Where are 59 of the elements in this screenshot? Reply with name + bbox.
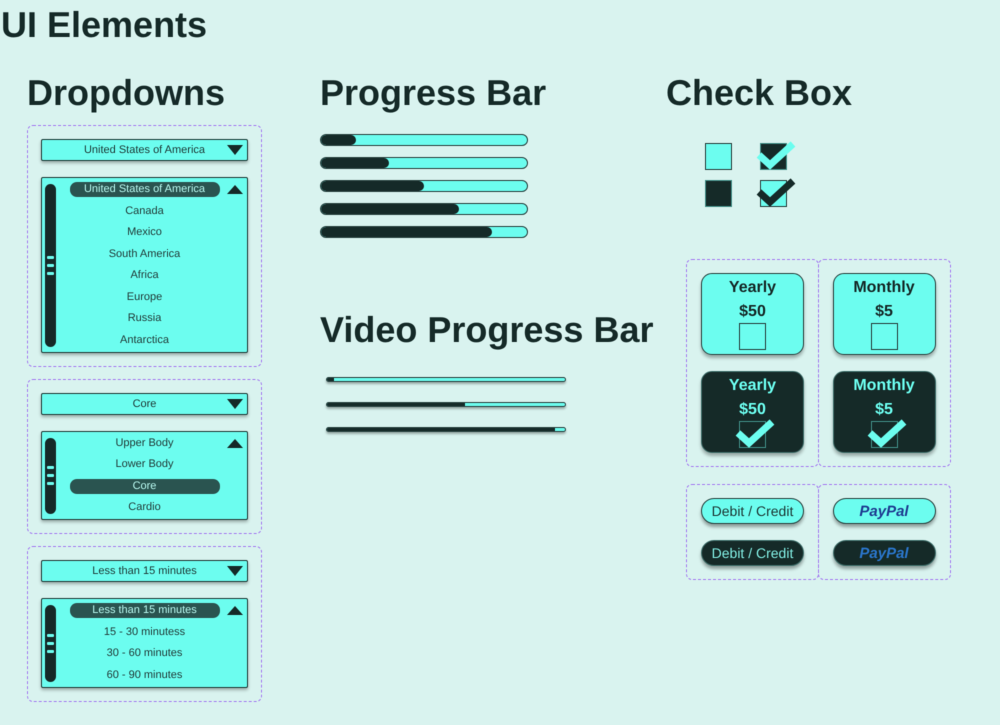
dropdown-option[interactable]: Antarctica [70,332,220,348]
plan-card[interactable]: Monthly $5 [832,371,936,453]
section-heading: Check Box [666,73,852,113]
caret-down-icon [227,566,243,576]
checkbox[interactable] [734,417,776,449]
dropdown-option[interactable]: Russia [70,311,220,326]
checkbox[interactable] [866,417,908,449]
checkbox[interactable] [705,143,732,170]
plan-price: $5 [875,302,893,322]
dropdown-option[interactable]: 30 - 60 minutes [70,646,220,661]
plan-title: Monthly [853,376,915,396]
payment-button[interactable]: Debit / Credit [701,540,804,566]
dropdown-option[interactable]: Core [70,478,220,494]
plan-title: Yearly [728,376,776,396]
caret-up-icon[interactable] [227,185,243,194]
checkbox[interactable] [755,139,797,171]
checkbox[interactable] [739,323,766,350]
dropdown[interactable]: Less than 15 minutes [41,560,248,582]
plan-card[interactable]: Yearly $50 [701,371,804,453]
scrollbar[interactable] [45,438,56,514]
plan-price: $50 [739,400,766,420]
video-progress-track[interactable] [326,427,566,432]
caret-up-icon[interactable] [227,606,243,615]
dropdown-option[interactable]: 15 - 30 minutess [70,624,220,640]
dropdown-option[interactable]: Cardio [70,500,220,515]
section-heading: Progress Bar [320,73,546,113]
dropdown-option[interactable]: 60 - 90 minutes [70,668,220,682]
dropdown-option[interactable]: United States of America [70,182,220,197]
scrollbar[interactable] [45,605,56,682]
plan-title: Yearly [728,278,776,298]
caret-down-icon [227,398,243,408]
page-title: UI Elements [0,3,208,45]
checkbox[interactable] [705,180,732,207]
checkbox[interactable] [870,323,898,350]
dropdown-option[interactable]: Lower Body [70,457,220,472]
plan-card[interactable]: Yearly $50 [701,273,804,355]
video-progress-track[interactable] [326,377,566,382]
plan-card[interactable]: Monthly $5 [832,273,936,355]
plan-price: $50 [739,302,766,322]
caret-up-icon[interactable] [227,438,243,448]
dropdown[interactable]: Core [41,392,248,414]
scrollbar[interactable] [45,184,56,346]
dropdown-option[interactable]: Africa [70,268,220,283]
dropdown-option[interactable]: Less than 15 minutes [70,603,220,618]
section-heading: Video Progress Bar [320,310,654,350]
dropdown-option[interactable]: Mexico [70,225,220,240]
dropdown-option[interactable]: South America [70,246,220,262]
payment-button[interactable]: Debit / Credit [701,498,804,524]
dropdown-option[interactable]: Canada [70,204,220,218]
dropdown[interactable]: United States of America [41,139,248,161]
dropdown-option[interactable]: Europe [70,290,220,304]
video-progress-track[interactable] [326,402,566,407]
plan-price: $5 [875,400,893,420]
checkbox[interactable] [755,176,797,208]
paypal-button[interactable]: PayPal [832,498,936,524]
caret-down-icon [227,145,243,155]
dropdown-option[interactable]: Upper Body [70,436,220,450]
plan-title: Monthly [853,278,915,298]
section-heading: Dropdowns [27,73,225,113]
